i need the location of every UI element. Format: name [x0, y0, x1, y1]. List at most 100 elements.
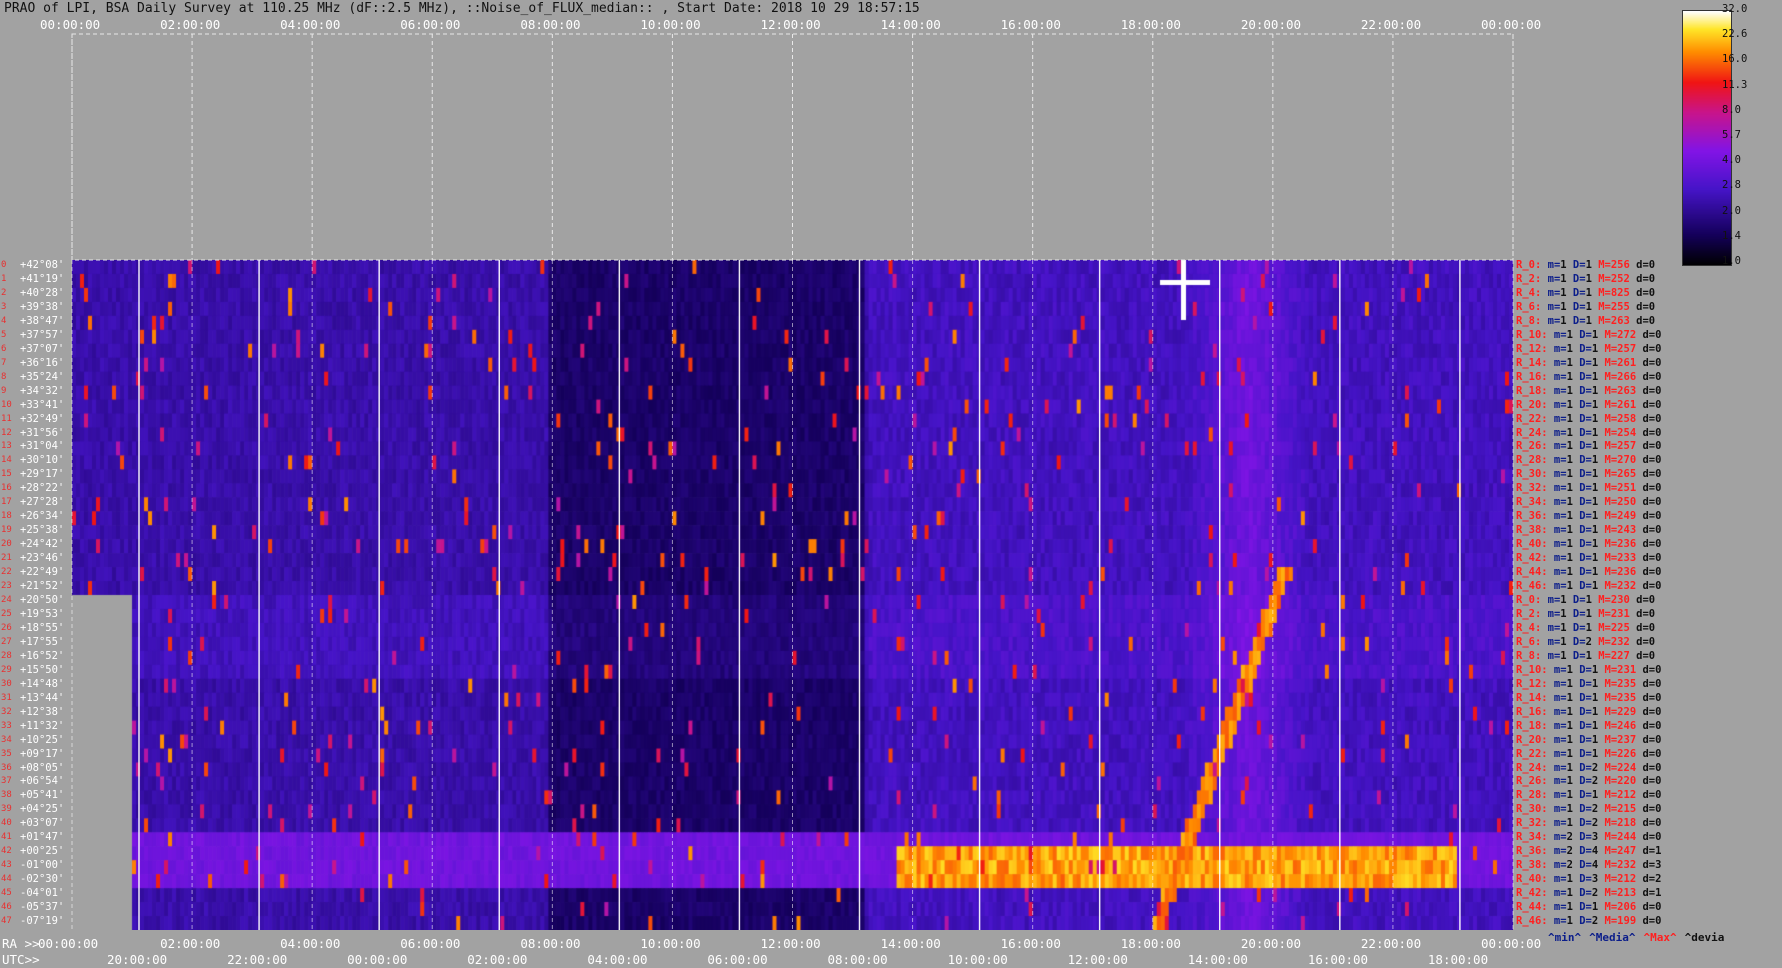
stat-key: M=: [1591, 300, 1611, 313]
stat-M: 255: [1610, 300, 1630, 313]
declination-label: +38°47': [20, 314, 65, 327]
row-number: 3: [1, 301, 7, 312]
row-number: 24: [1, 595, 12, 605]
stat-key: D=: [1572, 398, 1592, 411]
stat-M: 263: [1610, 314, 1630, 327]
stat-key: m=: [1547, 873, 1567, 886]
stat-key: D=: [1566, 300, 1586, 313]
row-stat: R_16: m=1 D=1 M=229 d=0: [1516, 706, 1661, 718]
declination-label: +19°53': [20, 607, 65, 620]
stat-dv: 0: [1648, 635, 1656, 648]
stat-key: M=: [1598, 426, 1618, 439]
row-stat: R_14: m=1 D=1 M=261 d=0: [1516, 357, 1661, 369]
stat-key: m=: [1547, 705, 1567, 718]
stat-M: 258: [1617, 412, 1637, 425]
stat-r: R_12:: [1516, 677, 1548, 690]
row-number: 31: [1, 692, 12, 703]
stat-r: R_24:: [1516, 761, 1548, 774]
stat-key: M=: [1598, 761, 1618, 774]
declination-label: -07°19': [20, 915, 65, 928]
stat-key: d=: [1629, 300, 1649, 313]
stat-M: 212: [1617, 789, 1637, 802]
stat-key: D=: [1572, 384, 1592, 397]
stat-r: R_36:: [1516, 510, 1548, 523]
stat-key: M=: [1598, 677, 1618, 690]
stat-key: d=: [1629, 607, 1649, 620]
stat-key: m=: [1547, 342, 1567, 355]
row-number: 13: [1, 441, 12, 452]
stat-key: M=: [1598, 775, 1618, 788]
stat-M: 257: [1617, 440, 1637, 453]
stat-r: R_22:: [1516, 747, 1548, 760]
utc-axis-label: 18:00:00: [1427, 952, 1489, 967]
stat-key: m=: [1547, 859, 1567, 872]
row-number: 16: [1, 483, 12, 494]
declination-label: +32°49': [20, 412, 65, 425]
stat-key: M=: [1598, 859, 1618, 872]
stat-key: d=: [1636, 398, 1656, 411]
stat-M: 232: [1617, 859, 1637, 872]
row-stat: R_40: m=1 D=1 M=236 d=0: [1516, 538, 1661, 550]
row-number: 44: [1, 874, 12, 885]
ra-axis-prefix: RA >>: [2, 936, 40, 951]
stat-r: R_8:: [1516, 314, 1542, 327]
declination-label: +34°32': [20, 384, 65, 397]
row-stat: R_10: m=1 D=1 M=272 d=0: [1516, 329, 1661, 341]
stat-key: M=: [1598, 440, 1618, 453]
stat-key: m=: [1547, 426, 1567, 439]
declination-label: +36°16': [20, 356, 65, 369]
row-number: 47: [1, 916, 12, 927]
stat-r: R_32:: [1516, 482, 1548, 495]
stat-key: m=: [1541, 635, 1561, 648]
stat-key: D=: [1572, 496, 1592, 509]
stat-key: M=: [1598, 705, 1618, 718]
stat-r: R_36:: [1516, 845, 1548, 858]
declination-label: +31°04': [20, 440, 65, 453]
stat-r: R_26:: [1516, 440, 1548, 453]
row-number: 34: [1, 734, 12, 745]
row-stat: R_0: m=1 D=1 M=230 d=0: [1516, 594, 1655, 606]
stat-r: R_8:: [1516, 649, 1542, 662]
stat-key: D=: [1572, 803, 1592, 816]
stat-dv: 0: [1648, 300, 1656, 313]
stat-dv: 0: [1655, 510, 1662, 523]
stat-M: 233: [1617, 552, 1637, 565]
ra-axis-label: 20:00:00: [1240, 936, 1302, 951]
stat-M: 825: [1610, 286, 1630, 299]
row-stat: R_46: m=1 D=2 M=199 d=0: [1516, 915, 1661, 927]
stat-r: R_16:: [1516, 705, 1548, 718]
stat-key: d=: [1636, 761, 1656, 774]
stat-key: m=: [1547, 789, 1567, 802]
stat-dv: 0: [1655, 412, 1662, 425]
stat-M: 244: [1617, 831, 1637, 844]
stat-M: 235: [1617, 677, 1637, 690]
stat-key: d=: [1636, 859, 1656, 872]
stat-key: M=: [1598, 803, 1618, 816]
declination-label: +26°34': [20, 510, 65, 523]
stat-r: R_26:: [1516, 775, 1548, 788]
stat-dv: 0: [1655, 775, 1662, 788]
stat-r: R_28:: [1516, 454, 1548, 467]
stat-key: m=: [1541, 649, 1561, 662]
row-number: 32: [1, 706, 12, 717]
stat-M: 227: [1610, 649, 1630, 662]
colorbar-label: 8.0: [1722, 103, 1741, 116]
stat-key: d=: [1629, 594, 1649, 606]
row-number: 4: [1, 315, 7, 326]
stat-r: R_18:: [1516, 719, 1548, 732]
stat-key: m=: [1547, 328, 1567, 341]
stat-dv: 0: [1655, 817, 1662, 830]
stat-key: d=: [1636, 691, 1656, 704]
declination-label: +05°41': [20, 789, 65, 802]
stat-M: 236: [1617, 566, 1637, 579]
stat-key: D=: [1566, 607, 1586, 620]
declination-label: -01°00': [20, 859, 65, 872]
utc-axis-label: 04:00:00: [587, 952, 648, 967]
stat-key: m=: [1547, 845, 1567, 858]
row-stat: R_20: m=1 D=1 M=261 d=0: [1516, 399, 1661, 411]
stat-key: M=: [1598, 719, 1618, 732]
stat-key: d=: [1636, 733, 1656, 746]
stat-key: m=: [1547, 482, 1567, 495]
stat-key: D=: [1572, 356, 1592, 369]
stat-key: m=: [1547, 412, 1567, 425]
